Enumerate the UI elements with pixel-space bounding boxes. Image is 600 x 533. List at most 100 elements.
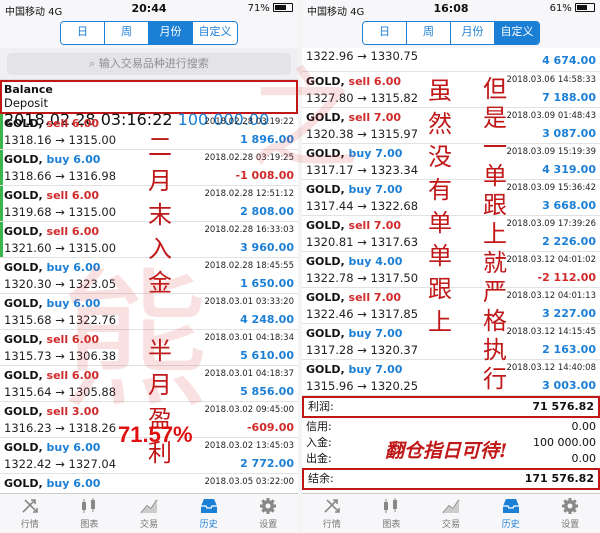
trade-row[interactable]: GOLD, buy 7.00 1317.17 → 1323.34 2018.03.0… <box>302 144 600 180</box>
trade-row[interactable]: GOLD, sell 7.00 1320.38 → 1315.97 2018.03.… <box>302 108 600 144</box>
nav-label: 设置 <box>561 520 580 530</box>
tab-3[interactable]: 自定义 <box>495 22 539 44</box>
trade-row[interactable]: GOLD, sell 6.00 1327.80 → 1315.82 2018.03.… <box>302 72 600 108</box>
trade-side: buy 7.00 <box>348 147 403 160</box>
open-indicator <box>0 114 3 149</box>
trade-datetime: 2018.03.05 03:22:00 <box>204 477 294 487</box>
trade-datetime: 2018.02.28 03:19:25 <box>204 153 294 163</box>
bottom-nav: 行情 图表 交易 历史 设置 <box>0 493 298 533</box>
battery-icon <box>273 3 293 12</box>
nav-item-2[interactable]: 交易 <box>421 494 481 533</box>
nav-label: 设置 <box>259 520 278 530</box>
trade-side: sell 6.00 <box>348 75 402 88</box>
trade-symbol: GOLD, <box>4 477 43 490</box>
nav-item-3[interactable]: 历史 <box>481 494 541 533</box>
trade-profit: 2 772.00 <box>240 457 294 470</box>
profit-label: 利润: <box>308 400 334 413</box>
tab-3[interactable]: 自定义 <box>193 22 237 44</box>
trade-datetime: 2018.03.12 04:01:13 <box>506 291 596 301</box>
trade-row[interactable]: GOLD, buy 7.00 1315.96 → 1320.25 2018.03.1… <box>302 360 600 396</box>
trade-symbol: GOLD, <box>306 327 345 340</box>
nav-item-3[interactable]: 历史 <box>179 494 239 533</box>
chart-candles-icon <box>60 497 120 515</box>
trade-datetime: 2018.03.01 04:18:34 <box>204 333 294 343</box>
nav-item-4[interactable]: 设置 <box>540 494 600 533</box>
trade-side: sell 6.00 <box>46 225 100 238</box>
trade-profit: 2 163.00 <box>542 343 596 356</box>
trade-row[interactable]: GOLD, sell 6.00 1318.16 → 1315.00 2018.02.… <box>0 114 298 150</box>
trade-row[interactable]: GOLD, buy 6.00 1315.68 → 1322.76 2018.03.0… <box>0 294 298 330</box>
trade-profit: 5 610.00 <box>240 349 294 362</box>
nav-item-4[interactable]: 设置 <box>238 494 298 533</box>
balance-deposit-row[interactable]: Balance Deposit 2018.02.28 03:16:22 100 … <box>0 80 298 129</box>
trade-row[interactable]: 1322.96 → 1330.75 4 674.00 <box>302 48 600 72</box>
trade-datetime: 2018.03.09 17:39:26 <box>506 219 596 229</box>
open-indicator <box>0 186 3 221</box>
trade-datetime: 2018.03.09 15:19:39 <box>506 147 596 157</box>
tab-0[interactable]: 日 <box>363 22 407 44</box>
trade-row[interactable]: GOLD, sell 6.00 1319.68 → 1315.00 2018.02.… <box>0 186 298 222</box>
tab-1[interactable]: 周 <box>105 22 149 44</box>
trade-row[interactable]: GOLD, sell 7.00 1320.81 → 1317.63 2018.03.… <box>302 216 600 252</box>
trade-symbol: GOLD, <box>306 147 345 160</box>
trade-symbol: GOLD, <box>306 291 345 304</box>
trade-row[interactable]: GOLD, buy 6.00 1318.66 → 1316.98 2018.02.2… <box>0 150 298 186</box>
balance-label: 结余: <box>308 472 334 485</box>
trade-datetime: 2018.03.01 04:18:37 <box>204 369 294 379</box>
nav-label: 图表 <box>80 520 99 530</box>
trade-side: sell 6.00 <box>46 117 100 130</box>
chart-candles-icon <box>362 497 422 515</box>
trade-datetime: 2018.03.12 14:40:08 <box>506 363 596 373</box>
trade-history-list: 1322.96 → 1330.75 4 674.00 GOLD, sell 6.00… <box>302 48 600 396</box>
withdraw-value: 0.00 <box>571 452 597 465</box>
trade-side: buy 6.00 <box>46 477 101 490</box>
trade-icon <box>119 497 179 515</box>
nav-item-1[interactable]: 图表 <box>362 494 422 533</box>
trade-side: buy 7.00 <box>348 183 403 196</box>
trade-datetime: 2018.02.28 16:33:03 <box>204 225 294 235</box>
trade-row[interactable]: GOLD, sell 6.00 1321.60 → 1315.00 2018.02.… <box>0 222 298 258</box>
open-indicator <box>0 222 3 257</box>
tab-0[interactable]: 日 <box>61 22 105 44</box>
trade-row[interactable]: GOLD, sell 6.00 1315.64 → 1305.88 2018.03.… <box>0 366 298 402</box>
tab-1[interactable]: 周 <box>407 22 451 44</box>
nav-item-2[interactable]: 交易 <box>119 494 179 533</box>
trade-row[interactable]: GOLD, buy 4.00 1322.78 → 1317.50 2018.03.1… <box>302 252 600 288</box>
trade-symbol: GOLD, <box>4 153 43 166</box>
trade-symbol: GOLD, <box>4 441 43 454</box>
nav-item-1[interactable]: 图表 <box>60 494 120 533</box>
trade-row[interactable]: GOLD, buy 7.00 1317.28 → 1320.37 2018.03.1… <box>302 324 600 360</box>
trade-row[interactable]: GOLD, sell 6.00 1315.73 → 1306.38 2018.03.… <box>0 330 298 366</box>
history-screen-left: 中国移动 4G 20:44 71% 日周月份 自定义 ⌕ 输入交易品种进行搜索 B… <box>0 0 298 533</box>
tab-2[interactable]: 月份 <box>451 22 495 44</box>
trade-profit: -2 112.00 <box>537 271 597 284</box>
bottom-nav: 行情 图表 交易 历史 设置 <box>302 493 600 533</box>
trade-row[interactable]: GOLD, sell 7.00 1322.46 → 1317.85 2018.03.… <box>302 288 600 324</box>
search-icon: ⌕ <box>89 57 96 70</box>
trade-side: sell 6.00 <box>46 369 100 382</box>
trade-datetime: 2018.03.09 01:48:43 <box>506 111 596 121</box>
trade-side: buy 6.00 <box>46 261 101 274</box>
search-input[interactable]: ⌕ 输入交易品种进行搜索 <box>7 53 291 75</box>
nav-label: 图表 <box>382 520 401 530</box>
trade-datetime: 2018.03.12 04:01:02 <box>506 255 596 265</box>
trade-symbol: GOLD, <box>4 405 43 418</box>
nav-item-0[interactable]: 行情 <box>302 494 362 533</box>
trade-profit: 3 960.00 <box>240 241 294 254</box>
balance-title: Balance <box>4 83 53 96</box>
trade-row[interactable]: GOLD, buy 6.00 1320.30 → 1323.05 2018.02.2… <box>0 258 298 294</box>
trade-symbol: GOLD, <box>4 261 43 274</box>
trade-profit: -609.00 <box>246 421 294 434</box>
period-tabs-bar: 日周月份 自定义 <box>302 18 600 48</box>
period-tabs: 日周月份 自定义 <box>362 21 540 45</box>
battery-percent: 61% <box>549 3 572 14</box>
credit-label: 信用: <box>306 420 332 433</box>
profit-value: 71 576.82 <box>532 400 594 413</box>
trade-row[interactable]: GOLD, buy 7.00 1317.44 → 1322.68 2018.03.0… <box>302 180 600 216</box>
tab-2[interactable]: 月份 <box>149 22 193 44</box>
nav-label: 行情 <box>20 520 39 530</box>
trade-profit: 4 319.00 <box>542 163 596 176</box>
nav-item-0[interactable]: 行情 <box>0 494 60 533</box>
balance-type: Deposit <box>4 96 48 110</box>
trade-symbol: GOLD, <box>306 219 345 232</box>
